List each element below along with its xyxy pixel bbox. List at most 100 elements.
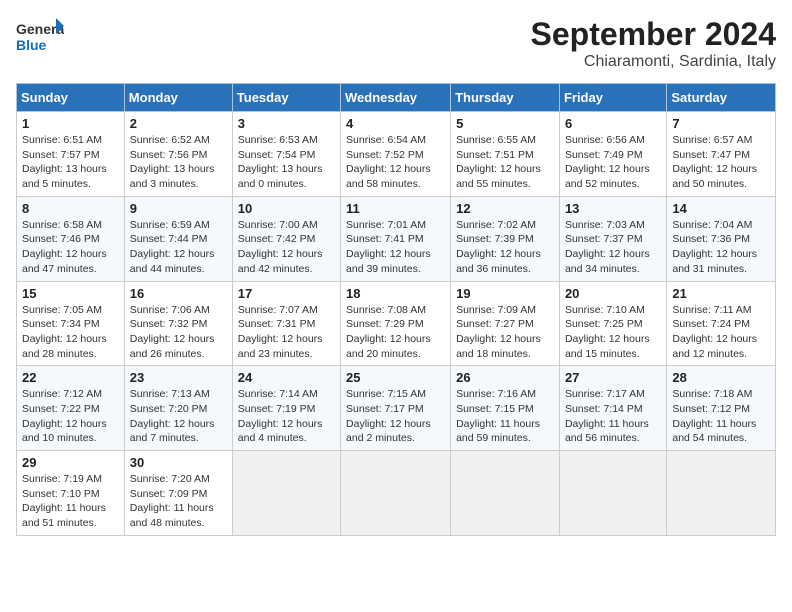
day-detail: Sunrise: 6:57 AMSunset: 7:47 PMDaylight:… — [672, 133, 770, 192]
day-detail: Sunrise: 7:09 AMSunset: 7:27 PMDaylight:… — [456, 303, 554, 362]
day-detail: Sunrise: 6:55 AMSunset: 7:51 PMDaylight:… — [456, 133, 554, 192]
calendar-cell — [232, 451, 340, 536]
calendar-cell: 14 Sunrise: 7:04 AMSunset: 7:36 PMDayligh… — [667, 196, 776, 281]
day-detail: Sunrise: 7:20 AMSunset: 7:09 PMDaylight:… — [130, 472, 227, 531]
weekday-header-monday: Monday — [124, 84, 232, 112]
day-detail: Sunrise: 7:10 AMSunset: 7:25 PMDaylight:… — [565, 303, 661, 362]
day-detail: Sunrise: 7:03 AMSunset: 7:37 PMDaylight:… — [565, 218, 661, 277]
calendar-cell: 10 Sunrise: 7:00 AMSunset: 7:42 PMDayligh… — [232, 196, 340, 281]
day-detail: Sunrise: 7:14 AMSunset: 7:19 PMDaylight:… — [238, 387, 335, 446]
day-detail: Sunrise: 7:19 AMSunset: 7:10 PMDaylight:… — [22, 472, 119, 531]
day-number: 30 — [130, 455, 227, 470]
calendar-cell: 20 Sunrise: 7:10 AMSunset: 7:25 PMDayligh… — [559, 281, 666, 366]
day-number: 16 — [130, 286, 227, 301]
calendar-cell — [559, 451, 666, 536]
day-number: 26 — [456, 370, 554, 385]
calendar-cell: 23 Sunrise: 7:13 AMSunset: 7:20 PMDayligh… — [124, 366, 232, 451]
day-number: 14 — [672, 201, 770, 216]
calendar-cell: 11 Sunrise: 7:01 AMSunset: 7:41 PMDayligh… — [341, 196, 451, 281]
day-number: 12 — [456, 201, 554, 216]
day-number: 1 — [22, 116, 119, 131]
day-detail: Sunrise: 6:56 AMSunset: 7:49 PMDaylight:… — [565, 133, 661, 192]
weekday-header-thursday: Thursday — [451, 84, 560, 112]
calendar-cell: 18 Sunrise: 7:08 AMSunset: 7:29 PMDayligh… — [341, 281, 451, 366]
calendar-cell: 9 Sunrise: 6:59 AMSunset: 7:44 PMDaylight… — [124, 196, 232, 281]
day-number: 5 — [456, 116, 554, 131]
day-number: 23 — [130, 370, 227, 385]
calendar-cell: 3 Sunrise: 6:53 AMSunset: 7:54 PMDaylight… — [232, 112, 340, 197]
day-number: 11 — [346, 201, 445, 216]
svg-text:Blue: Blue — [16, 37, 47, 53]
logo: General Blue — [16, 16, 68, 56]
day-detail: Sunrise: 7:02 AMSunset: 7:39 PMDaylight:… — [456, 218, 554, 277]
calendar-week-2: 8 Sunrise: 6:58 AMSunset: 7:46 PMDaylight… — [17, 196, 776, 281]
day-number: 10 — [238, 201, 335, 216]
calendar-cell — [667, 451, 776, 536]
location-title: Chiaramonti, Sardinia, Italy — [531, 53, 776, 71]
day-number: 20 — [565, 286, 661, 301]
day-number: 27 — [565, 370, 661, 385]
calendar-cell: 24 Sunrise: 7:14 AMSunset: 7:19 PMDayligh… — [232, 366, 340, 451]
day-number: 22 — [22, 370, 119, 385]
day-detail: Sunrise: 7:08 AMSunset: 7:29 PMDaylight:… — [346, 303, 445, 362]
calendar-cell: 7 Sunrise: 6:57 AMSunset: 7:47 PMDaylight… — [667, 112, 776, 197]
weekday-header-tuesday: Tuesday — [232, 84, 340, 112]
day-detail: Sunrise: 6:59 AMSunset: 7:44 PMDaylight:… — [130, 218, 227, 277]
weekday-header-friday: Friday — [559, 84, 666, 112]
day-detail: Sunrise: 7:17 AMSunset: 7:14 PMDaylight:… — [565, 387, 661, 446]
calendar-cell — [341, 451, 451, 536]
day-detail: Sunrise: 6:53 AMSunset: 7:54 PMDaylight:… — [238, 133, 335, 192]
calendar-cell: 12 Sunrise: 7:02 AMSunset: 7:39 PMDayligh… — [451, 196, 560, 281]
day-number: 3 — [238, 116, 335, 131]
day-number: 24 — [238, 370, 335, 385]
calendar-cell: 29Sunrise: 7:19 AMSunset: 7:10 PMDayligh… — [17, 451, 125, 536]
day-detail: Sunrise: 7:15 AMSunset: 7:17 PMDaylight:… — [346, 387, 445, 446]
day-detail: Sunrise: 7:06 AMSunset: 7:32 PMDaylight:… — [130, 303, 227, 362]
calendar-cell: 30 Sunrise: 7:20 AMSunset: 7:09 PMDayligh… — [124, 451, 232, 536]
calendar-cell: 26 Sunrise: 7:16 AMSunset: 7:15 PMDayligh… — [451, 366, 560, 451]
day-number: 4 — [346, 116, 445, 131]
calendar-cell: 5 Sunrise: 6:55 AMSunset: 7:51 PMDaylight… — [451, 112, 560, 197]
day-detail: Sunrise: 7:01 AMSunset: 7:41 PMDaylight:… — [346, 218, 445, 277]
calendar-cell: 6Sunrise: 6:56 AMSunset: 7:49 PMDaylight… — [559, 112, 666, 197]
day-detail: Sunrise: 7:05 AMSunset: 7:34 PMDaylight:… — [22, 303, 119, 362]
calendar-cell: 17 Sunrise: 7:07 AMSunset: 7:31 PMDayligh… — [232, 281, 340, 366]
calendar-cell: 8 Sunrise: 6:58 AMSunset: 7:46 PMDaylight… — [17, 196, 125, 281]
day-number: 19 — [456, 286, 554, 301]
page-header: General Blue September 2024 Chiaramonti,… — [16, 16, 776, 71]
day-detail: Sunrise: 6:58 AMSunset: 7:46 PMDaylight:… — [22, 218, 119, 277]
title-block: September 2024 Chiaramonti, Sardinia, It… — [531, 16, 776, 71]
calendar-cell: 25 Sunrise: 7:15 AMSunset: 7:17 PMDayligh… — [341, 366, 451, 451]
day-number: 25 — [346, 370, 445, 385]
calendar-cell: 22 Sunrise: 7:12 AMSunset: 7:22 PMDayligh… — [17, 366, 125, 451]
calendar-cell: 27 Sunrise: 7:17 AMSunset: 7:14 PMDayligh… — [559, 366, 666, 451]
day-number: 15 — [22, 286, 119, 301]
calendar-cell: 4Sunrise: 6:54 AMSunset: 7:52 PMDaylight… — [341, 112, 451, 197]
day-number: 28 — [672, 370, 770, 385]
day-detail: Sunrise: 7:18 AMSunset: 7:12 PMDaylight:… — [672, 387, 770, 446]
calendar-cell: 1 Sunrise: 6:51 AMSunset: 7:57 PMDaylight… — [17, 112, 125, 197]
day-number: 9 — [130, 201, 227, 216]
calendar-cell: 19 Sunrise: 7:09 AMSunset: 7:27 PMDayligh… — [451, 281, 560, 366]
day-number: 2 — [130, 116, 227, 131]
calendar-cell: 13 Sunrise: 7:03 AMSunset: 7:37 PMDayligh… — [559, 196, 666, 281]
calendar-week-3: 15 Sunrise: 7:05 AMSunset: 7:34 PMDayligh… — [17, 281, 776, 366]
calendar-cell: 28 Sunrise: 7:18 AMSunset: 7:12 PMDayligh… — [667, 366, 776, 451]
day-number: 7 — [672, 116, 770, 131]
day-detail: Sunrise: 7:07 AMSunset: 7:31 PMDaylight:… — [238, 303, 335, 362]
day-detail: Sunrise: 7:00 AMSunset: 7:42 PMDaylight:… — [238, 218, 335, 277]
day-number: 8 — [22, 201, 119, 216]
day-detail: Sunrise: 7:16 AMSunset: 7:15 PMDaylight:… — [456, 387, 554, 446]
calendar-cell — [451, 451, 560, 536]
calendar-week-4: 22 Sunrise: 7:12 AMSunset: 7:22 PMDayligh… — [17, 366, 776, 451]
day-detail: Sunrise: 6:52 AMSunset: 7:56 PMDaylight:… — [130, 133, 227, 192]
day-number: 13 — [565, 201, 661, 216]
day-detail: Sunrise: 7:13 AMSunset: 7:20 PMDaylight:… — [130, 387, 227, 446]
day-detail: Sunrise: 7:12 AMSunset: 7:22 PMDaylight:… — [22, 387, 119, 446]
weekday-header-saturday: Saturday — [667, 84, 776, 112]
day-detail: Sunrise: 7:04 AMSunset: 7:36 PMDaylight:… — [672, 218, 770, 277]
day-number: 17 — [238, 286, 335, 301]
weekday-header-sunday: Sunday — [17, 84, 125, 112]
day-number: 18 — [346, 286, 445, 301]
day-detail: Sunrise: 6:51 AMSunset: 7:57 PMDaylight:… — [22, 133, 119, 192]
